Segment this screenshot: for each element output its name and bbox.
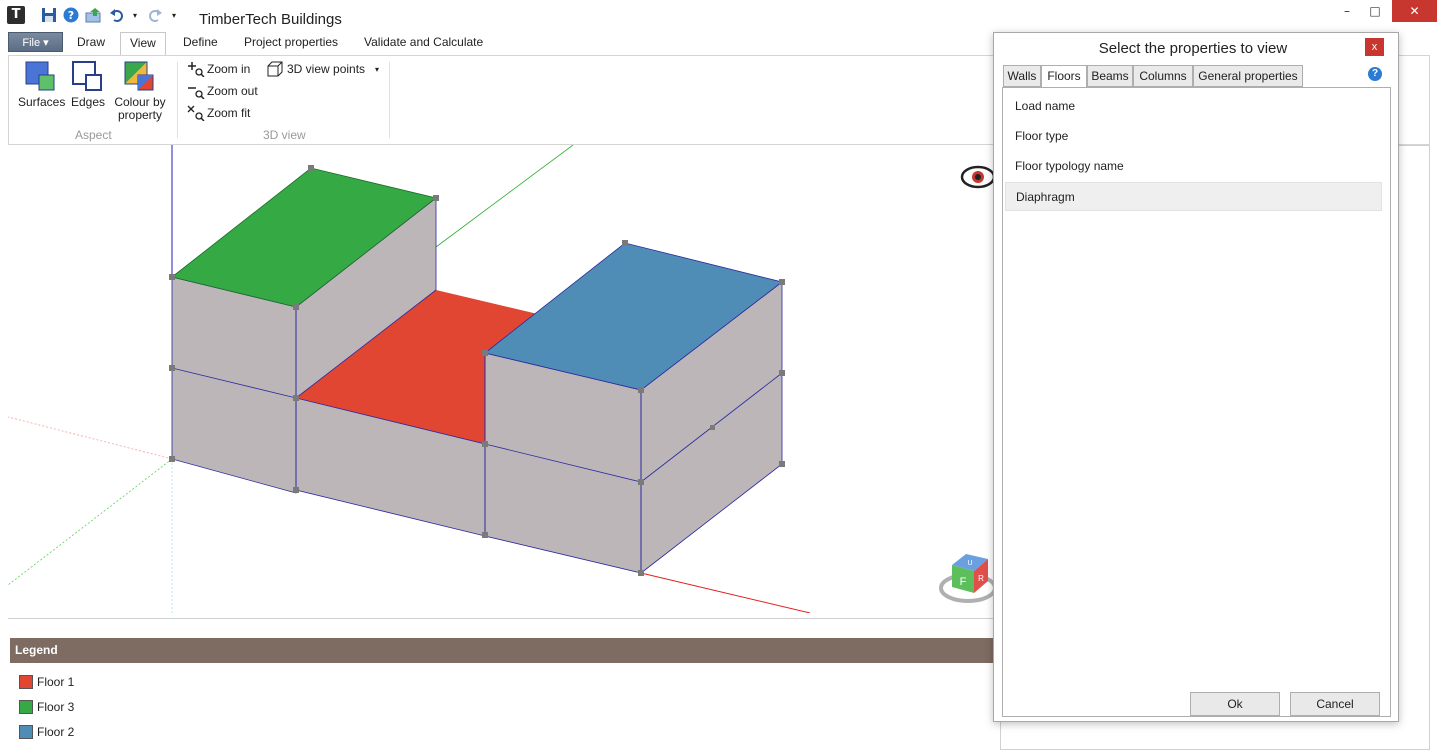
aspect-group-label: Aspect [75,128,112,142]
tab-define[interactable]: Define [183,35,218,49]
zoom-in-icon [188,62,205,77]
edges-button[interactable]: Edges [69,61,107,109]
dialog-close-button[interactable]: x [1365,38,1384,56]
3d-view-group-label: 3D view [263,128,306,142]
help-icon[interactable]: ? [62,6,80,24]
legend-header: Legend [10,638,994,663]
tab-floors[interactable]: Floors [1041,65,1087,88]
group-divider [389,62,390,138]
zoom-out-button[interactable]: Zoom out [187,83,258,99]
view-cube-front-label: F [960,576,967,588]
file-menu-button[interactable]: File ▾ [8,32,63,52]
cancel-button[interactable]: Cancel [1290,692,1380,716]
surfaces-button[interactable]: Surfaces [18,61,66,109]
properties-list: Load name Floor type Floor typology name… [1002,87,1391,717]
property-load-name[interactable]: Load name [1005,92,1382,121]
title-bar: T ? ▾ ▾ TimberTech Buildings – □ ✕ [0,0,1439,32]
building-model[interactable]: F R U [8,145,994,613]
left-block-front-wall[interactable] [171,276,297,494]
svg-text:?: ? [68,9,74,22]
zoom-out-icon [188,87,205,99]
undo-icon[interactable] [108,6,126,24]
view-points-button[interactable]: 3D view points ▾ [267,61,379,77]
export-icon[interactable] [84,6,104,24]
tab-walls[interactable]: Walls [1003,65,1041,87]
edges-label: Edges [70,95,106,109]
dialog-title: Select the properties to view [1098,40,1288,57]
property-diaphragm[interactable]: Diaphragm [1005,182,1382,211]
x-axis [640,572,811,613]
legend-item: Floor 3 [19,700,74,714]
surfaces-icon [25,61,55,91]
close-button[interactable]: ✕ [1392,0,1437,22]
colour-by-property-icon [124,61,154,91]
help-icon[interactable]: ? [1368,67,1382,81]
tab-project-properties[interactable]: Project properties [244,35,338,49]
legend-item: Floor 1 [19,675,74,689]
zoom-fit-label: Zoom fit [207,106,251,120]
cube-view-icon [267,61,283,77]
window-title: TimberTech Buildings [199,11,342,28]
3d-viewport[interactable]: F R U [8,145,994,613]
tab-beams[interactable]: Beams [1087,65,1133,87]
y-axis-negative [8,458,173,586]
legend-swatch [19,700,33,714]
tab-columns[interactable]: Columns [1133,65,1193,87]
x-axis-negative [8,416,173,460]
edges-icon [72,61,102,91]
zoom-in-label: Zoom in [207,62,251,76]
colour-by-property-label: Colour by property [114,95,166,122]
legend-item: Floor 2 [19,725,74,739]
group-divider [177,62,178,138]
legend-item-label: Floor 2 [37,725,75,739]
undo-dropdown-icon[interactable]: ▾ [130,6,140,24]
zoom-fit-icon [187,105,205,121]
tab-view[interactable]: View [120,32,166,56]
maximize-button[interactable]: □ [1360,0,1390,22]
redo-dropdown-icon[interactable]: ▾ [169,6,179,24]
save-icon[interactable] [40,6,58,24]
legend-swatch [19,675,33,689]
tab-validate-and-calculate[interactable]: Validate and Calculate [364,35,483,49]
chevron-down-icon: ▾ [375,64,380,74]
select-properties-dialog: Select the properties to view x Walls Fl… [993,32,1399,722]
colour-by-property-button[interactable]: Colour by property [111,61,169,122]
legend-panel: Legend Floor 1 Floor 3 Floor 2 [8,618,1002,750]
legend-swatch [19,725,33,739]
tab-general-properties[interactable]: General properties [1193,65,1303,87]
minimize-button[interactable]: – [1332,0,1362,22]
redo-icon[interactable] [146,6,164,24]
surfaces-label: Surfaces [18,95,66,109]
legend-item-label: Floor 3 [37,700,75,714]
view-cube-top-label: U [967,560,972,567]
app-icon[interactable]: T [7,6,25,24]
visibility-eye-icon[interactable] [960,165,994,189]
y-axis [435,145,574,248]
view-points-label: 3D view points [287,62,366,76]
tab-draw[interactable]: Draw [77,35,105,49]
legend-item-label: Floor 1 [37,675,75,689]
ok-button[interactable]: Ok [1190,692,1280,716]
zoom-fit-button[interactable]: Zoom fit [187,105,250,121]
zoom-in-button[interactable]: Zoom in [187,61,250,77]
view-cube[interactable]: F R U [939,554,994,603]
property-floor-typology-name[interactable]: Floor typology name [1005,152,1382,181]
property-floor-type[interactable]: Floor type [1005,122,1382,151]
zoom-out-label: Zoom out [207,84,258,98]
view-cube-right-label: R [978,574,984,583]
